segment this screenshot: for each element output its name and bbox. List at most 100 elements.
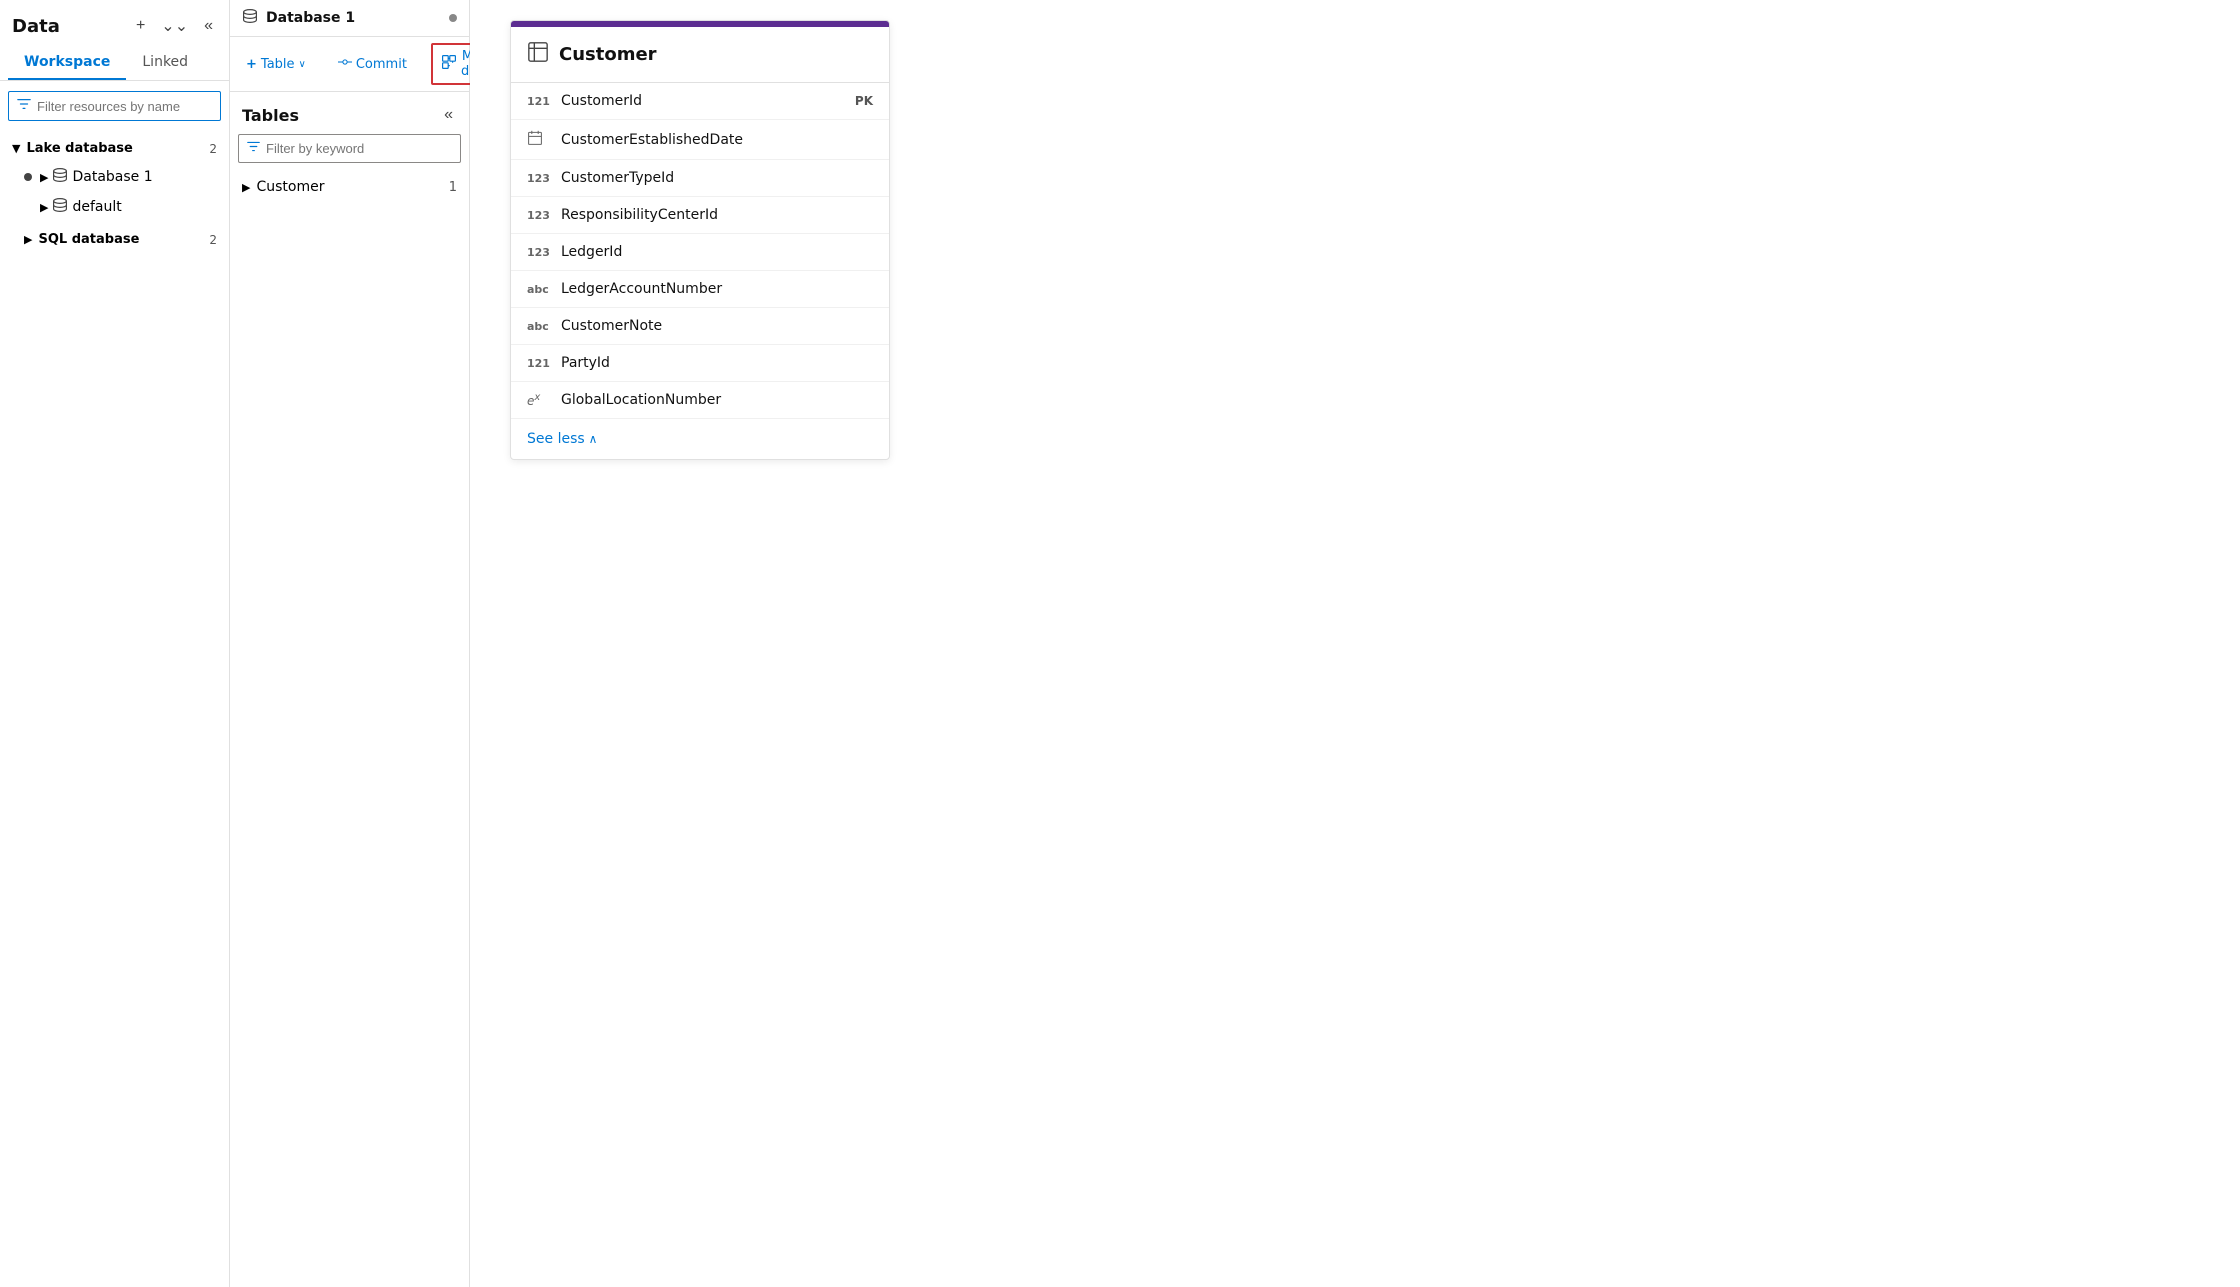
collapse-all-button[interactable]: ⌄⌄ (157, 14, 192, 38)
unsaved-dot (449, 14, 457, 22)
customer-table-row[interactable]: ▶ Customer 1 (230, 171, 469, 203)
field-row-customernote: abc CustomerNote (511, 308, 889, 345)
field-name-customernote: CustomerNote (561, 318, 662, 334)
tables-header: Tables « (230, 92, 469, 134)
filter-resources-input[interactable] (37, 99, 212, 114)
chevron-right-icon-2: ▶ (40, 201, 48, 214)
database-icon-2 (52, 197, 68, 217)
plus-icon: + (136, 17, 145, 35)
see-less-button[interactable]: See less ∧ (511, 419, 613, 459)
field-type-cal (527, 130, 551, 149)
sql-database-count: 2 (209, 233, 217, 247)
collapse-tables-button[interactable]: « (440, 104, 457, 126)
field-type-121-2: 121 (527, 357, 551, 370)
default-label: default (72, 199, 121, 215)
field-row-left-7: abc CustomerNote (527, 318, 662, 334)
plus-icon: + (246, 57, 257, 72)
right-panel: Customer 121 CustomerId PK Cus (470, 0, 2240, 1287)
field-type-123-1: 123 (527, 172, 551, 185)
field-type-121: 121 (527, 95, 551, 108)
field-name-ledgerid: LedgerId (561, 244, 622, 260)
add-button[interactable]: + (132, 15, 149, 37)
filter-icon (17, 97, 31, 115)
middle-panel: Database 1 + Table ∨ Commit (230, 0, 470, 1287)
tab-linked[interactable]: Linked (126, 46, 204, 80)
entity-card-header: Customer (511, 27, 889, 83)
table-button-label: Table (261, 57, 295, 72)
field-type-123-3: 123 (527, 246, 551, 259)
field-row-left-9: ex GlobalLocationNumber (527, 392, 721, 408)
field-row-left-5: 123 LedgerId (527, 244, 622, 260)
lake-database-label: Lake database (26, 141, 132, 156)
filter-kw-wrapper (238, 134, 461, 163)
commit-button[interactable]: Commit (330, 51, 415, 77)
lake-db-header-left: ▼ Lake database (12, 141, 133, 156)
entity-card: Customer 121 CustomerId PK Cus (510, 20, 890, 460)
field-name-customertypeid: CustomerTypeId (561, 170, 674, 186)
sql-database-section: ▶ SQL database 2 (0, 226, 229, 253)
chevron-down-icon: ▼ (12, 142, 20, 155)
filter-kw-icon (247, 140, 260, 157)
chevron-right-icon-sql: ▶ (24, 233, 32, 246)
double-chevron-icon: ⌄⌄ (161, 16, 188, 36)
sql-database-header[interactable]: ▶ SQL database (12, 226, 151, 253)
field-row-left: 121 CustomerId (527, 93, 642, 109)
dropdown-arrow-icon: ∨ (299, 59, 306, 70)
tables-title: Tables (242, 106, 299, 125)
collapse-sidebar-button[interactable]: « (200, 15, 217, 37)
tabs: Workspace Linked (0, 46, 229, 81)
double-left-icon: « (444, 106, 453, 124)
sql-database-label: SQL database (38, 232, 139, 247)
field-row-left-6: abc LedgerAccountNumber (527, 281, 722, 297)
field-name-ledgeraccountnumber: LedgerAccountNumber (561, 281, 722, 297)
field-row-left-8: 121 PartyId (527, 355, 610, 371)
customer-table-row-left: ▶ Customer (242, 179, 324, 195)
field-row-responsibilitycenterid: 123 ResponsibilityCenterId (511, 197, 889, 234)
customer-table-count: 1 (449, 180, 457, 195)
field-row-ledgeraccountnumber: abc LedgerAccountNumber (511, 271, 889, 308)
database-icon (52, 167, 68, 187)
chevron-up-icon: ∧ (589, 432, 598, 446)
field-name-globallocationnumber: GlobalLocationNumber (561, 392, 721, 408)
field-row-customerid: 121 CustomerId PK (511, 83, 889, 120)
field-row-partyid: 121 PartyId (511, 345, 889, 382)
sidebar-title: Data (12, 16, 60, 37)
filter-input-wrapper (8, 91, 221, 121)
entity-table-icon (527, 41, 549, 68)
field-name-customerestablisheddate: CustomerEstablishedDate (561, 132, 743, 148)
customer-table-label: Customer (256, 179, 324, 195)
sidebar: Data + ⌄⌄ « Workspace Linked ▼ (0, 0, 230, 1287)
field-type-123-2: 123 (527, 209, 551, 222)
chevron-right-icon: ▶ (40, 171, 48, 184)
field-name-customerid: CustomerId (561, 93, 642, 109)
chevron-right-icon-table: ▶ (242, 181, 250, 194)
field-row-customertypeid: 123 CustomerTypeId (511, 160, 889, 197)
filter-keyword-input[interactable] (266, 141, 452, 156)
sidebar-header: Data + ⌄⌄ « (0, 0, 229, 46)
toolbar: + Table ∨ Commit (230, 37, 469, 92)
table-button[interactable]: + Table ∨ (238, 53, 314, 76)
field-name-responsibilitycenterid: ResponsibilityCenterId (561, 207, 718, 223)
left-arrows-icon: « (204, 17, 213, 35)
database1-item[interactable]: ▶ Database 1 (0, 162, 229, 192)
see-less-label: See less (527, 431, 585, 447)
commit-button-label: Commit (356, 57, 407, 72)
field-type-abc-1: abc (527, 283, 551, 296)
tab-workspace[interactable]: Workspace (8, 46, 126, 80)
lake-database-section: ▼ Lake database 2 ▶ Database 1 ▶ (0, 131, 229, 226)
field-pk-badge: PK (855, 94, 873, 108)
field-name-partyid: PartyId (561, 355, 610, 371)
default-item[interactable]: ▶ default (0, 192, 229, 222)
db-tab-title: Database 1 (266, 10, 355, 26)
field-row-left-3: 123 CustomerTypeId (527, 170, 674, 186)
field-type-ex: ex (527, 392, 551, 408)
lake-database-count: 2 (209, 142, 217, 156)
field-row-ledgerid: 123 LedgerId (511, 234, 889, 271)
commit-icon (338, 55, 352, 73)
entity-title: Customer (559, 44, 657, 65)
database1-label: Database 1 (72, 169, 152, 185)
db-tab-header: Database 1 (230, 0, 469, 37)
lake-database-header[interactable]: ▼ Lake database 2 (0, 135, 229, 162)
map-data-icon (441, 54, 457, 74)
db-tab-icon (242, 8, 258, 28)
